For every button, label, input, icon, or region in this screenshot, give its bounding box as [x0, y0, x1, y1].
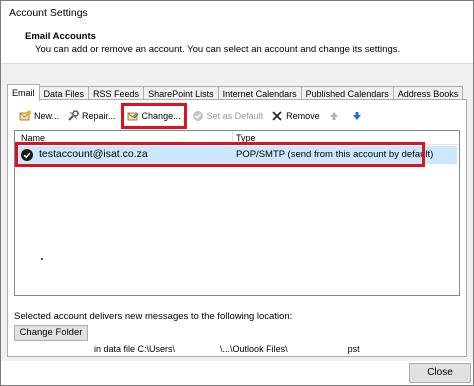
content-area: Email Data Files RSS Feeds SharePoint Li… [1, 63, 473, 361]
close-button[interactable]: Close [409, 363, 471, 383]
accounts-list: Name Type testaccount@isat.co.za POP/SMT… [14, 130, 460, 296]
repair-button[interactable]: Repair... [64, 107, 119, 125]
dialog-header: Email Accounts You can add or remove an … [1, 25, 473, 63]
tab-published-calendars[interactable]: Published Calendars [300, 86, 394, 100]
path-prefix: in data file C:\Users\ [94, 344, 176, 354]
move-down-button[interactable] [348, 107, 369, 125]
set-as-default-button[interactable]: Set as Default [189, 107, 267, 125]
data-file-path: in data file C:\Users\ \...\Outlook File… [94, 344, 360, 354]
new-mail-icon [19, 110, 31, 122]
tab-strip: Email Data Files RSS Feeds SharePoint Li… [7, 84, 464, 101]
close-x-icon [271, 110, 283, 122]
new-account-label: New... [34, 111, 60, 121]
remove-button[interactable]: Remove [268, 107, 323, 125]
arrow-up-icon [328, 110, 340, 122]
tab-rss-feeds[interactable]: RSS Feeds [88, 86, 145, 100]
repair-label: Repair... [82, 111, 116, 121]
header-subtitle: You can add or remove an account. You ca… [35, 44, 401, 55]
change-account-icon [127, 110, 139, 122]
wrench-icon [67, 110, 79, 122]
move-up-button[interactable] [325, 107, 346, 125]
path-suffix: pst [347, 344, 360, 354]
change-button[interactable]: Change... [120, 103, 187, 129]
remove-label: Remove [286, 111, 320, 121]
change-folder-button[interactable]: Change Folder [14, 325, 88, 341]
account-toolbar: New... Repair... Change... Set as Defaul… [16, 103, 371, 129]
tab-email[interactable]: Email [7, 84, 40, 101]
stray-mark [41, 258, 43, 260]
change-label: Change... [141, 111, 181, 121]
account-settings-dialog: Account Settings Email Accounts You can … [0, 0, 474, 386]
set-as-default-label: Set as Default [206, 111, 264, 121]
account-row[interactable]: testaccount@isat.co.za POP/SMTP (send fr… [15, 142, 457, 167]
tab-address-books[interactable]: Address Books [392, 86, 464, 100]
tab-internet-calendars[interactable]: Internet Calendars [217, 86, 302, 100]
path-middle: \...\Outlook Files\ [220, 344, 288, 354]
header-title: Email Accounts [25, 31, 96, 42]
delivery-description: Selected account delivers new messages t… [14, 311, 293, 322]
row-highlight-annotation [15, 142, 425, 167]
title-bar: Account Settings [1, 1, 473, 25]
new-account-button[interactable]: New... [16, 107, 62, 125]
tab-data-files[interactable]: Data Files [38, 86, 90, 100]
email-tab-panel: New... Repair... Change... Set as Defaul… [7, 99, 467, 357]
check-circle-icon [192, 110, 204, 122]
tab-sharepoint-lists[interactable]: SharePoint Lists [143, 86, 219, 100]
window-title: Account Settings [9, 7, 88, 19]
arrow-down-icon [351, 110, 363, 122]
